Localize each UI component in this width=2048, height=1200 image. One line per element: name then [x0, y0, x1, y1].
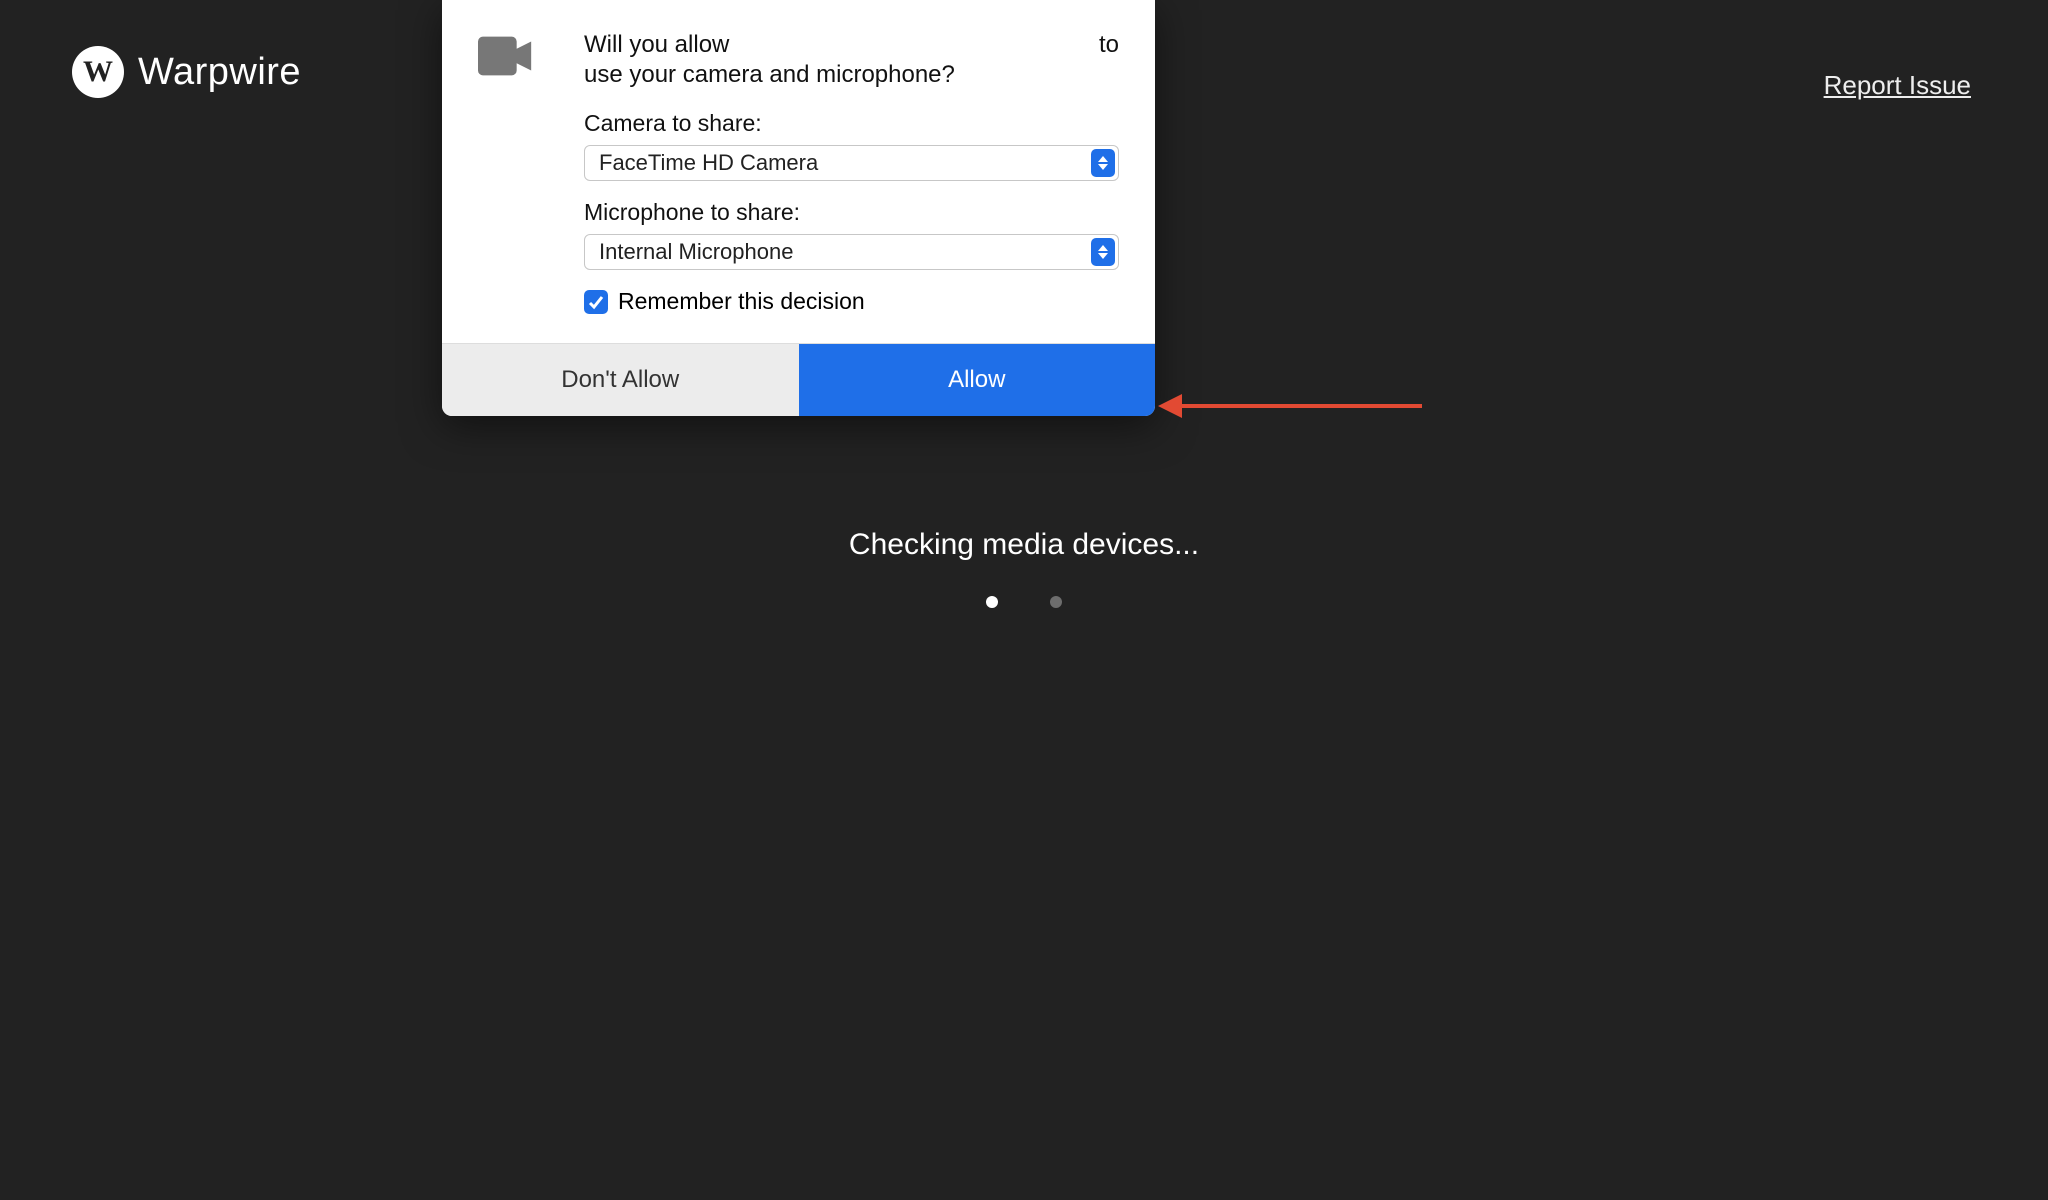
loading-dot-2 — [1050, 596, 1062, 608]
logo-letter: W — [83, 55, 113, 89]
arrow-line — [1182, 404, 1422, 408]
prompt-line2: use your camera and microphone? — [584, 60, 1119, 90]
dialog-body: Will you allow to use your camera and mi… — [442, 0, 1155, 343]
remember-row: Remember this decision — [584, 288, 1119, 315]
permission-dialog: Will you allow to use your camera and mi… — [442, 0, 1155, 416]
microphone-select-value: Internal Microphone — [599, 239, 793, 265]
camera-select-value: FaceTime HD Camera — [599, 150, 818, 176]
brand-name: Warpwire — [138, 51, 301, 94]
camera-field-label: Camera to share: — [584, 110, 1119, 137]
prompt-line1-left: Will you allow — [584, 31, 729, 58]
camera-select[interactable]: FaceTime HD Camera — [584, 145, 1119, 181]
arrow-head-icon — [1158, 394, 1182, 418]
camera-icon — [478, 30, 536, 315]
microphone-select[interactable]: Internal Microphone — [584, 234, 1119, 270]
select-stepper-icon — [1091, 238, 1115, 266]
allow-button[interactable]: Allow — [799, 344, 1156, 416]
remember-label: Remember this decision — [618, 288, 865, 315]
warpwire-logo-icon: W — [72, 46, 124, 98]
app-header: W Warpwire — [72, 46, 301, 98]
select-stepper-icon — [1091, 149, 1115, 177]
dialog-buttons: Don't Allow Allow — [442, 343, 1155, 416]
annotation-arrow — [1158, 394, 1422, 418]
loading-dots — [0, 596, 2048, 608]
dont-allow-button[interactable]: Don't Allow — [442, 344, 799, 416]
dialog-fields: Will you allow to use your camera and mi… — [584, 30, 1119, 315]
loading-dot-1 — [986, 596, 998, 608]
prompt-line1-right: to — [1099, 30, 1119, 60]
report-issue-link[interactable]: Report Issue — [1824, 70, 1971, 101]
remember-checkbox[interactable] — [584, 290, 608, 314]
status-text: Checking media devices... — [0, 528, 2048, 562]
microphone-field-label: Microphone to share: — [584, 199, 1119, 226]
